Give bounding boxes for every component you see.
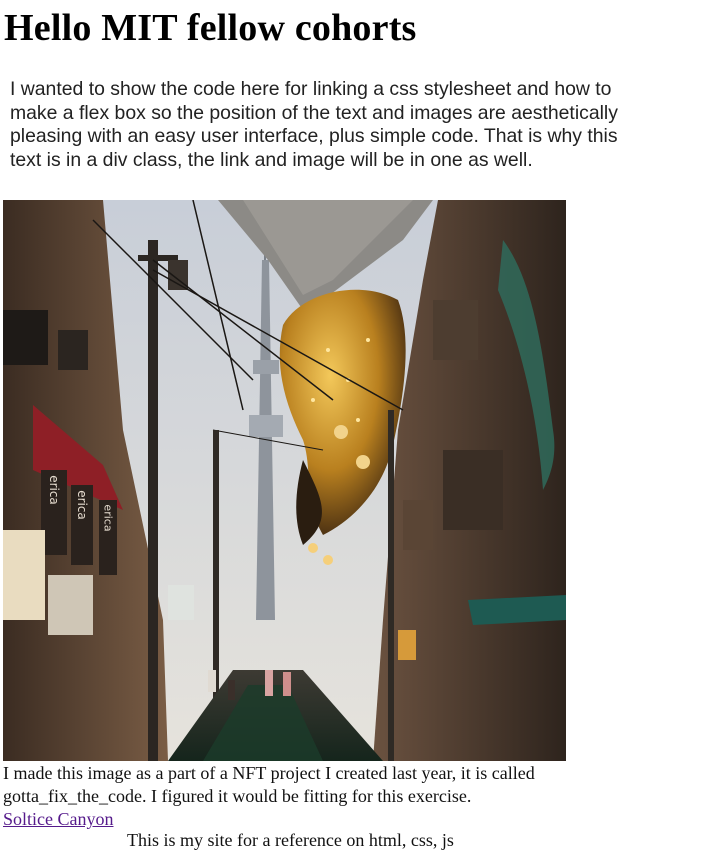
sign-erica-1: erica xyxy=(47,475,61,505)
teal-awning xyxy=(468,595,566,625)
intro-text: I wanted to show the code here for linki… xyxy=(10,78,618,171)
image-caption: I made this image as a part of a NFT pro… xyxy=(3,763,535,806)
nft-artwork-image: erica erica erica xyxy=(3,200,566,761)
page-title: Hello MIT fellow cohorts xyxy=(4,7,417,49)
reference-text: This is my site for a reference on html,… xyxy=(127,830,454,850)
sign-erica-3: erica xyxy=(102,504,115,531)
artwork-svg: erica erica erica xyxy=(3,200,566,761)
sign-erica-2: erica xyxy=(75,490,89,520)
left-shop-sign xyxy=(3,530,45,620)
soltice-canyon-link[interactable]: Soltice Canyon xyxy=(3,808,114,831)
lantern-1 xyxy=(334,425,348,439)
lantern-2 xyxy=(356,455,370,469)
